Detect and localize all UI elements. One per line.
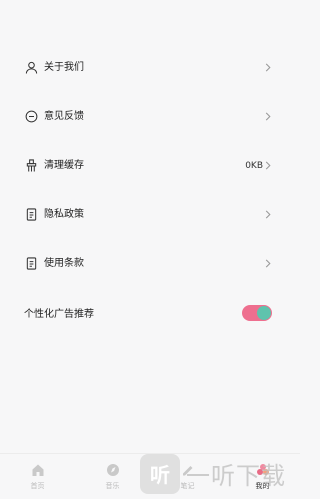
cache-size-value: 0KB: [245, 160, 263, 171]
menu-item-feedback[interactable]: 意见反馈: [0, 92, 300, 141]
personalized-ads-label: 个性化广告推荐: [24, 309, 94, 320]
menu-item-terms-of-use[interactable]: 使用条款: [0, 239, 300, 288]
settings-menu: 关于我们 意见反馈 清理缓存 0KB 隐私政策 使用条款: [0, 43, 300, 288]
toggle-knob: [257, 305, 271, 320]
chevron-right-icon: [264, 63, 272, 72]
tab-profile[interactable]: 我的: [225, 454, 300, 499]
broom-icon: [24, 159, 38, 173]
tab-home[interactable]: 首页: [0, 454, 75, 499]
bottom-tab-bar: 首页 音乐 笔记 我的: [0, 453, 300, 499]
chevron-right-icon: [264, 112, 272, 121]
tab-label: 首页: [30, 482, 45, 490]
profile-icon: [255, 462, 271, 478]
tab-notes[interactable]: 笔记: [150, 454, 225, 499]
tab-music[interactable]: 音乐: [75, 454, 150, 499]
document-icon: [24, 208, 38, 222]
user-icon: [24, 61, 38, 75]
feedback-icon: [24, 110, 38, 124]
personalized-ads-toggle[interactable]: [242, 304, 272, 321]
menu-item-privacy-policy[interactable]: 隐私政策: [0, 190, 300, 239]
menu-item-clear-cache[interactable]: 清理缓存 0KB: [0, 141, 300, 190]
menu-item-label: 隐私政策: [44, 208, 84, 220]
menu-item-label: 关于我们: [44, 61, 84, 73]
menu-item-label: 清理缓存: [44, 159, 84, 171]
chevron-right-icon: [264, 210, 272, 219]
menu-item-label: 意见反馈: [44, 110, 84, 122]
header-space: [0, 0, 300, 43]
note-icon: [180, 462, 196, 478]
document-icon: [24, 257, 38, 271]
tab-label: 音乐: [105, 482, 120, 490]
tab-label: 笔记: [180, 482, 195, 490]
menu-item-label: 使用条款: [44, 257, 84, 269]
personalized-ads-row: 个性化广告推荐: [0, 288, 300, 337]
chevron-right-icon: [264, 259, 272, 268]
settings-page: 关于我们 意见反馈 清理缓存 0KB 隐私政策 使用条款 个性化广告推荐 首页 …: [0, 0, 300, 499]
tab-label: 我的: [255, 482, 270, 490]
menu-item-about-us[interactable]: 关于我们: [0, 43, 300, 92]
chevron-right-icon: [264, 161, 272, 170]
home-icon: [30, 462, 46, 478]
music-icon: [105, 462, 121, 478]
